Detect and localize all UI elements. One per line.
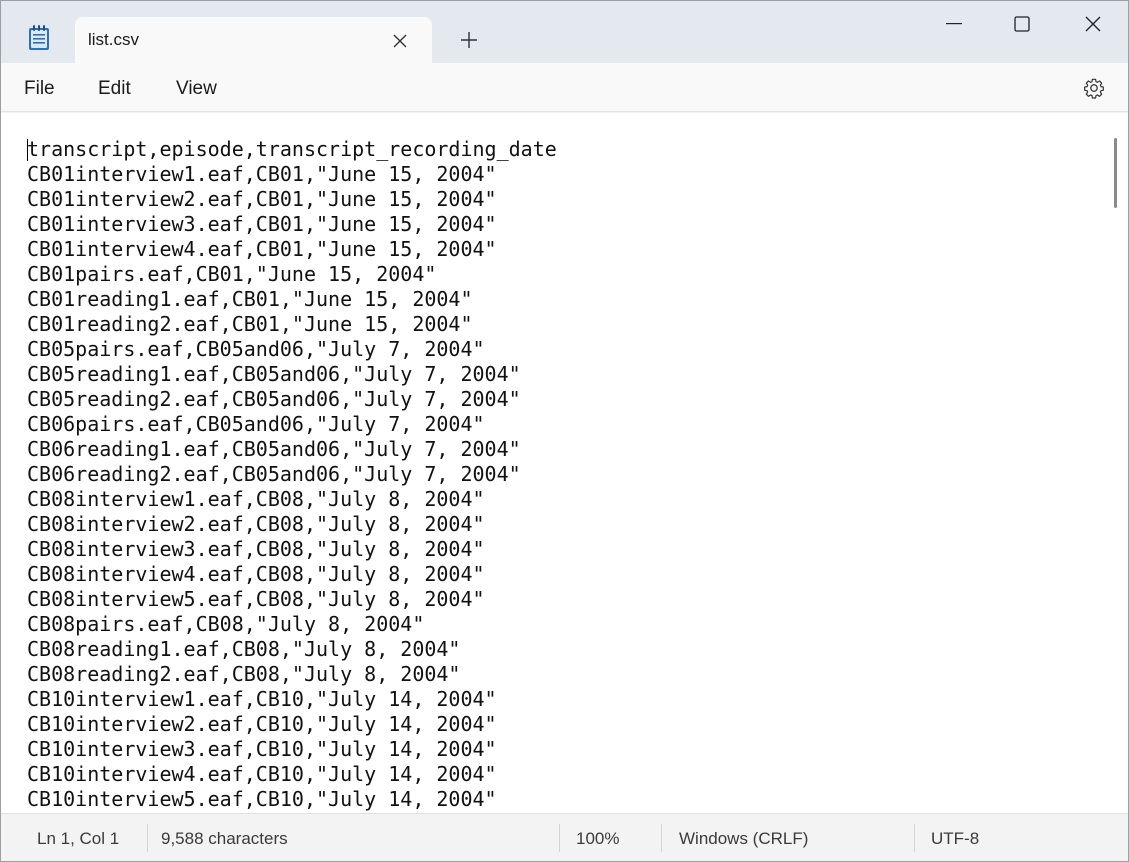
gear-icon — [1084, 78, 1104, 99]
text-line[interactable]: CB06reading1.eaf,CB05and06,"July 7, 2004… — [27, 437, 557, 462]
text-editor[interactable]: transcript,episode,transcript_recording_… — [1, 113, 1128, 813]
text-line[interactable]: CB08reading2.eaf,CB08,"July 8, 2004" — [27, 662, 557, 687]
text-line[interactable]: CB01pairs.eaf,CB01,"June 15, 2004" — [27, 262, 557, 287]
text-line[interactable]: transcript,episode,transcript_recording_… — [27, 137, 557, 162]
status-divider — [914, 824, 915, 852]
status-divider — [147, 824, 148, 852]
minimize-icon — [946, 23, 962, 25]
minimize-button[interactable] — [931, 7, 977, 41]
tab-list-csv[interactable]: list.csv — [75, 17, 432, 64]
notepad-icon — [29, 25, 49, 50]
menu-view[interactable]: View — [176, 78, 217, 100]
text-line[interactable]: CB01interview1.eaf,CB01,"June 15, 2004" — [27, 162, 557, 187]
text-line[interactable]: CB10interview2.eaf,CB10,"July 14, 2004" — [27, 712, 557, 737]
window-close-button[interactable] — [1070, 7, 1116, 41]
new-tab-button[interactable] — [456, 27, 482, 53]
zoom-level[interactable]: 100% — [576, 829, 619, 849]
text-line[interactable]: CB08interview5.eaf,CB08,"July 8, 2004" — [27, 587, 557, 612]
plus-icon — [461, 32, 477, 48]
text-line[interactable]: CB08interview3.eaf,CB08,"July 8, 2004" — [27, 537, 557, 562]
text-line[interactable]: CB01interview3.eaf,CB01,"June 15, 2004" — [27, 212, 557, 237]
text-line[interactable]: CB10interview1.eaf,CB10,"July 14, 2004" — [27, 687, 557, 712]
editor-text[interactable]: transcript,episode,transcript_recording_… — [27, 137, 557, 812]
text-line[interactable]: CB10interview4.eaf,CB10,"July 14, 2004" — [27, 762, 557, 787]
text-line[interactable]: CB06pairs.eaf,CB05and06,"July 7, 2004" — [27, 412, 557, 437]
text-line[interactable]: CB01reading1.eaf,CB01,"June 15, 2004" — [27, 287, 557, 312]
scrollbar-thumb[interactable] — [1114, 138, 1117, 208]
line-ending[interactable]: Windows (CRLF) — [679, 829, 808, 849]
text-line[interactable]: CB10interview5.eaf,CB10,"July 14, 2004" — [27, 787, 557, 812]
text-line[interactable]: CB01reading2.eaf,CB01,"June 15, 2004" — [27, 312, 557, 337]
settings-button[interactable] — [1081, 75, 1107, 101]
text-line[interactable]: CB01interview4.eaf,CB01,"June 15, 2004" — [27, 237, 557, 262]
text-line[interactable]: CB10interview3.eaf,CB10,"July 14, 2004" — [27, 737, 557, 762]
text-line[interactable]: CB08interview1.eaf,CB08,"July 8, 2004" — [27, 487, 557, 512]
character-count: 9,588 characters — [161, 829, 288, 848]
menu-bar: File Edit View — [1, 63, 1128, 112]
text-line[interactable]: CB05reading2.eaf,CB05and06,"July 7, 2004… — [27, 387, 557, 412]
menu-edit[interactable]: Edit — [98, 78, 131, 100]
maximize-icon — [1014, 16, 1030, 32]
cursor-position[interactable]: Ln 1, Col 1 — [37, 829, 119, 849]
status-divider — [661, 824, 662, 852]
menu-file[interactable]: File — [24, 78, 55, 100]
close-icon — [1085, 16, 1101, 32]
text-line[interactable]: CB05pairs.eaf,CB05and06,"July 7, 2004" — [27, 337, 557, 362]
text-line[interactable]: CB01interview2.eaf,CB01,"June 15, 2004" — [27, 187, 557, 212]
text-line[interactable]: CB08pairs.eaf,CB08,"July 8, 2004" — [27, 612, 557, 637]
tab-title: list.csv — [88, 30, 139, 49]
status-bar: Ln 1, Col 1 9,588 characters 100% Window… — [1, 813, 1128, 861]
encoding[interactable]: UTF-8 — [931, 829, 979, 849]
vertical-scrollbar[interactable] — [1112, 133, 1120, 808]
status-divider — [559, 824, 560, 852]
text-line[interactable]: CB08reading1.eaf,CB08,"July 8, 2004" — [27, 637, 557, 662]
text-line[interactable]: CB05reading1.eaf,CB05and06,"July 7, 2004… — [27, 362, 557, 387]
text-caret — [27, 139, 28, 161]
text-line[interactable]: CB06reading2.eaf,CB05and06,"July 7, 2004… — [27, 462, 557, 487]
text-line[interactable]: CB08interview2.eaf,CB08,"July 8, 2004" — [27, 512, 557, 537]
notepad-window: list.csv File Edit View transcript,episo… — [0, 0, 1129, 862]
title-bar[interactable]: list.csv — [1, 1, 1128, 64]
maximize-button[interactable] — [999, 7, 1045, 41]
text-line[interactable]: CB08interview4.eaf,CB08,"July 8, 2004" — [27, 562, 557, 587]
close-icon[interactable] — [388, 29, 412, 53]
